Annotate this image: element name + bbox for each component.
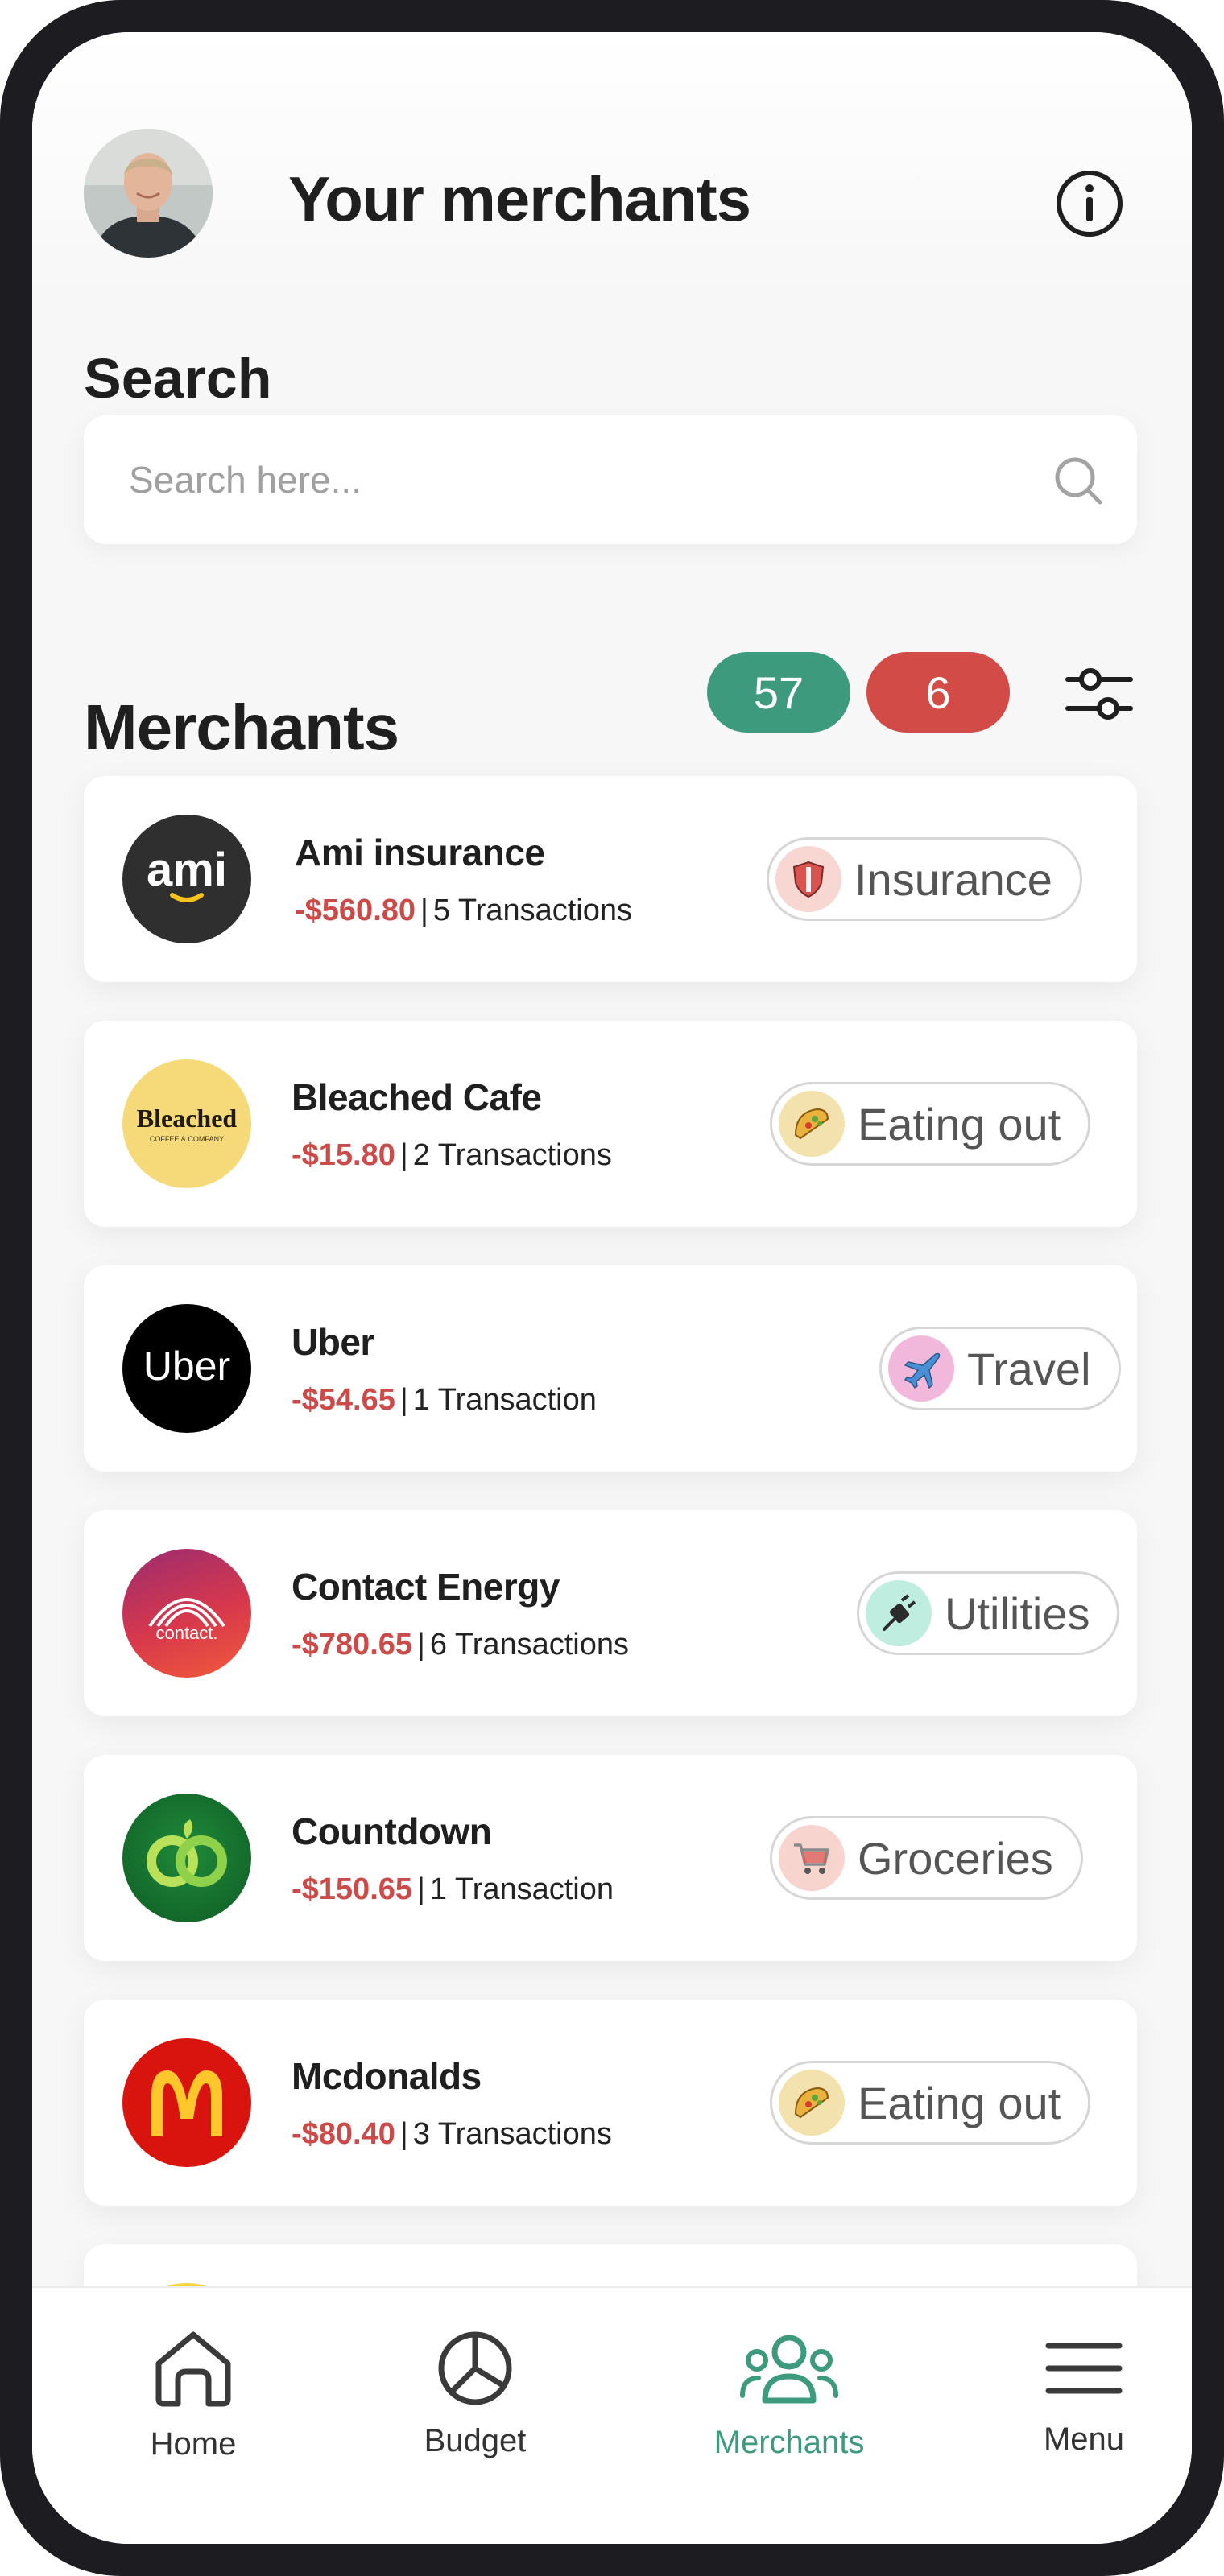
category-label: Groceries bbox=[858, 1832, 1053, 1884]
merchant-meta: -$780.65 | 6 Transactions bbox=[292, 1628, 630, 1662]
taco-icon bbox=[779, 2070, 845, 2136]
airplane-icon bbox=[888, 1335, 954, 1402]
merchant-meta: -$54.65 | 1 Transaction bbox=[292, 1383, 597, 1417]
shield-icon bbox=[775, 846, 842, 912]
user-avatar[interactable] bbox=[84, 129, 213, 258]
bottom-nav: Home Budget Merchants Menu bbox=[32, 2286, 1192, 2544]
ami-logo: ami bbox=[122, 815, 251, 943]
category-tag-utilities[interactable]: Utilities bbox=[857, 1571, 1120, 1655]
info-icon[interactable] bbox=[1055, 169, 1124, 238]
people-icon bbox=[739, 2328, 839, 2413]
transaction-count: 1 Transaction bbox=[412, 1383, 597, 1417]
merchant-card[interactable]: Mcdonalds -$80.40 | 3 Transactions Eating … bbox=[84, 2000, 1137, 2206]
flagged-count-badge[interactable]: 6 bbox=[866, 652, 1010, 733]
nav-menu[interactable]: Menu bbox=[995, 2288, 1172, 2544]
transaction-count: 2 Transactions bbox=[412, 1138, 612, 1172]
search-icon[interactable] bbox=[1052, 454, 1105, 507]
merchant-meta: -$15.80 | 2 Transactions bbox=[292, 1138, 612, 1172]
merchant-card[interactable]: ami Ami insurance -$560.80 | 5 Transaction… bbox=[84, 776, 1137, 982]
merchant-meta: -$80.40 | 3 Transactions bbox=[292, 2117, 612, 2151]
nav-home[interactable]: Home bbox=[97, 2288, 290, 2544]
phone-frame: Your merchants Search Merchants 57 6 bbox=[0, 0, 1224, 2576]
merchant-amount: -$54.65 bbox=[292, 1383, 395, 1417]
merchant-name: Ami insurance bbox=[295, 832, 545, 873]
nav-label: Merchants bbox=[713, 2425, 865, 2460]
cart-icon bbox=[779, 1825, 845, 1891]
countdown-logo bbox=[122, 1794, 251, 1922]
category-tag-insurance[interactable]: Insurance bbox=[767, 837, 1082, 921]
category-label: Insurance bbox=[854, 853, 1052, 905]
nav-label: Menu bbox=[1043, 2421, 1125, 2457]
category-label: Travel bbox=[967, 1343, 1091, 1394]
merchant-name: Contact Energy bbox=[292, 1566, 560, 1608]
merchants-heading: Merchants bbox=[84, 691, 399, 763]
merchant-amount: -$780.65 bbox=[292, 1628, 413, 1662]
contact-logo-text: contact. bbox=[155, 1623, 217, 1643]
home-icon bbox=[151, 2328, 236, 2413]
nav-budget[interactable]: Budget bbox=[378, 2288, 572, 2544]
nav-merchants[interactable]: Merchants bbox=[676, 2288, 902, 2544]
merchant-name: Bleached Cafe bbox=[292, 1076, 542, 1118]
category-tag-eating-out[interactable]: Eating out bbox=[770, 2061, 1091, 2145]
merchant-card[interactable]: contact. Contact Energy -$780.65 | 6 Trans… bbox=[84, 1510, 1137, 1716]
transaction-count: 6 Transactions bbox=[429, 1628, 630, 1662]
merchant-card[interactable]: Uber Uber -$54.65 | 1 Transaction Travel bbox=[84, 1265, 1137, 1472]
search-box[interactable] bbox=[84, 415, 1137, 544]
bleached-cafe-logo: Bleached COFFEE & COMPANY bbox=[122, 1059, 251, 1188]
merchant-amount: -$560.80 bbox=[295, 894, 416, 927]
merchant-amount: -$150.65 bbox=[292, 1872, 413, 1906]
taco-icon bbox=[779, 1091, 845, 1157]
search-input[interactable] bbox=[129, 446, 982, 514]
category-label: Eating out bbox=[858, 2077, 1061, 2128]
category-tag-groceries[interactable]: Groceries bbox=[770, 1816, 1083, 1900]
bleached-logo-text: Bleached bbox=[137, 1104, 238, 1133]
category-label: Utilities bbox=[945, 1587, 1090, 1639]
uber-logo: Uber bbox=[122, 1304, 251, 1433]
contact-energy-logo: contact. bbox=[122, 1549, 251, 1678]
merchant-amount: -$15.80 bbox=[292, 1138, 395, 1172]
transaction-count: 1 Transaction bbox=[429, 1872, 614, 1906]
menu-icon bbox=[1045, 2339, 1123, 2401]
app-screen: Your merchants Search Merchants 57 6 bbox=[32, 32, 1192, 2544]
sliders-icon[interactable] bbox=[1063, 660, 1135, 728]
uber-logo-text: Uber bbox=[143, 1344, 230, 1389]
ami-logo-text: ami bbox=[147, 844, 227, 896]
merchant-meta: -$150.65 | 1 Transaction bbox=[292, 1872, 614, 1906]
page-title: Your merchants bbox=[288, 163, 751, 234]
category-tag-eating-out[interactable]: Eating out bbox=[770, 1082, 1091, 1166]
bleached-logo-subtext: COFFEE & COMPANY bbox=[150, 1135, 224, 1143]
merchant-card[interactable]: Bleached COFFEE & COMPANY Bleached Cafe … bbox=[84, 1021, 1137, 1227]
merchant-card[interactable]: Countdown -$150.65 | 1 Transaction Groceri… bbox=[84, 1755, 1137, 1961]
merchant-name: Countdown bbox=[292, 1810, 492, 1852]
category-tag-travel[interactable]: Travel bbox=[879, 1327, 1121, 1410]
merchant-count-badge[interactable]: 57 bbox=[707, 652, 850, 733]
search-label: Search bbox=[84, 347, 272, 410]
category-label: Eating out bbox=[858, 1098, 1061, 1150]
mcdonalds-logo bbox=[122, 2038, 251, 2167]
transaction-count: 3 Transactions bbox=[412, 2117, 612, 2151]
merchant-name: Mcdonalds bbox=[292, 2055, 482, 2097]
plug-icon bbox=[866, 1580, 932, 1646]
merchant-meta: -$560.80 | 5 Transactions bbox=[295, 894, 633, 927]
merchant-amount: -$80.40 bbox=[292, 2117, 395, 2151]
merchant-name: Uber bbox=[292, 1321, 374, 1363]
pie-chart-icon bbox=[435, 2328, 515, 2413]
nav-label: Budget bbox=[424, 2423, 527, 2458]
transaction-count: 5 Transactions bbox=[432, 894, 633, 927]
nav-label: Home bbox=[150, 2426, 237, 2462]
